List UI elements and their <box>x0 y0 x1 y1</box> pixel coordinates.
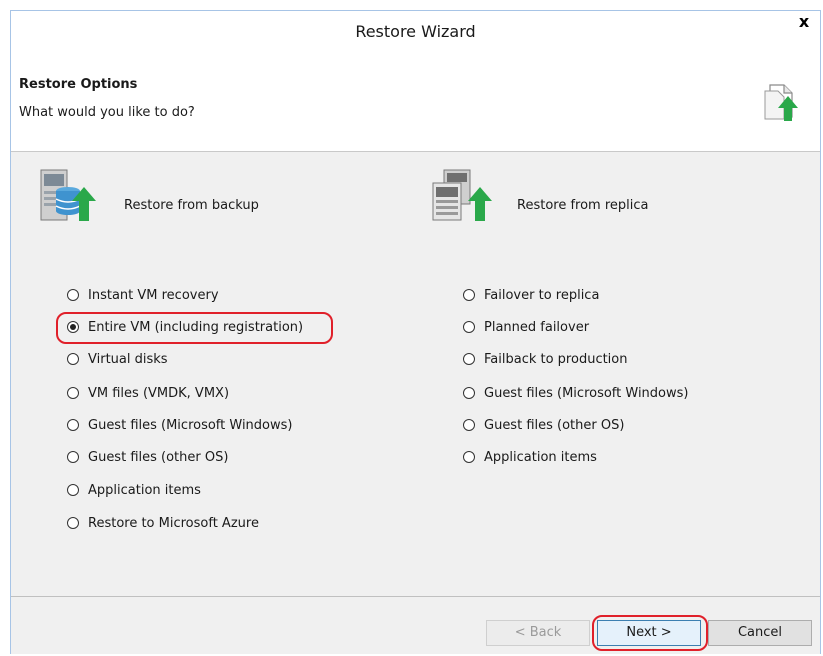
option-failback-to-production[interactable]: Failback to production <box>463 349 628 369</box>
next-button[interactable]: Next > <box>597 620 701 646</box>
step-title: Restore Options <box>19 77 138 92</box>
option-replica-guest-files-windows[interactable]: Guest files (Microsoft Windows) <box>463 383 688 403</box>
wizard-header: Restore Options What would you like to d… <box>11 49 820 152</box>
title-bar: Restore Wizard x <box>11 11 820 49</box>
option-label: Guest files (Microsoft Windows) <box>484 385 689 401</box>
radio-button[interactable] <box>67 451 79 463</box>
option-guest-files-other-os[interactable]: Guest files (other OS) <box>67 447 228 467</box>
option-instant-vm-recovery[interactable]: Instant VM recovery <box>67 285 219 305</box>
option-replica-application-items[interactable]: Application items <box>463 447 597 467</box>
option-label: Guest files (other OS) <box>88 449 229 465</box>
radio-button[interactable] <box>67 353 79 365</box>
option-label: VM files (VMDK, VMX) <box>88 385 230 401</box>
option-label: Guest files (Microsoft Windows) <box>88 417 293 433</box>
option-entire-vm[interactable]: Entire VM (including registration) <box>67 317 303 337</box>
radio-button[interactable] <box>67 387 79 399</box>
wizard-content: Restore from backup Instant VM recovery … <box>11 152 820 654</box>
radio-button[interactable] <box>463 451 475 463</box>
radio-button[interactable] <box>463 353 475 365</box>
option-replica-guest-files-other-os[interactable]: Guest files (other OS) <box>463 415 624 435</box>
cancel-button[interactable]: Cancel <box>708 620 812 646</box>
option-failover-to-replica[interactable]: Failover to replica <box>463 285 599 305</box>
option-application-items[interactable]: Application items <box>67 480 201 500</box>
option-label: Failback to production <box>484 351 628 367</box>
option-label: Restore to Microsoft Azure <box>88 515 259 531</box>
restore-from-backup-heading: Restore from backup <box>124 198 259 213</box>
option-label: Guest files (other OS) <box>484 417 625 433</box>
window-title: Restore Wizard <box>355 22 476 41</box>
radio-button-selected[interactable] <box>67 321 79 333</box>
radio-button[interactable] <box>67 517 79 529</box>
option-label: Failover to replica <box>484 287 600 303</box>
option-virtual-disks[interactable]: Virtual disks <box>67 349 168 369</box>
option-label: Instant VM recovery <box>88 287 219 303</box>
option-planned-failover[interactable]: Planned failover <box>463 317 589 337</box>
radio-button[interactable] <box>463 289 475 301</box>
option-label: Application items <box>88 482 201 498</box>
option-label: Virtual disks <box>88 351 168 367</box>
close-button[interactable]: x <box>790 11 818 35</box>
option-guest-files-windows[interactable]: Guest files (Microsoft Windows) <box>67 415 292 435</box>
radio-button[interactable] <box>463 387 475 399</box>
option-label: Entire VM (including registration) <box>88 319 304 335</box>
footer-divider <box>11 596 820 597</box>
radio-button[interactable] <box>67 289 79 301</box>
restore-document-icon <box>764 79 798 125</box>
radio-button[interactable] <box>67 419 79 431</box>
restore-from-replica-heading: Restore from replica <box>517 198 649 213</box>
back-button[interactable]: < Back <box>486 620 590 646</box>
option-label: Application items <box>484 449 597 465</box>
option-restore-to-azure[interactable]: Restore to Microsoft Azure <box>67 513 259 533</box>
restore-wizard-window: Restore Wizard x Restore Options What wo… <box>10 10 821 654</box>
backup-server-icon <box>40 169 96 225</box>
radio-button[interactable] <box>67 484 79 496</box>
radio-button[interactable] <box>463 321 475 333</box>
radio-button[interactable] <box>463 419 475 431</box>
replica-documents-icon <box>432 169 492 225</box>
option-vm-files[interactable]: VM files (VMDK, VMX) <box>67 383 229 403</box>
step-subtitle: What would you like to do? <box>19 105 195 120</box>
option-label: Planned failover <box>484 319 590 335</box>
